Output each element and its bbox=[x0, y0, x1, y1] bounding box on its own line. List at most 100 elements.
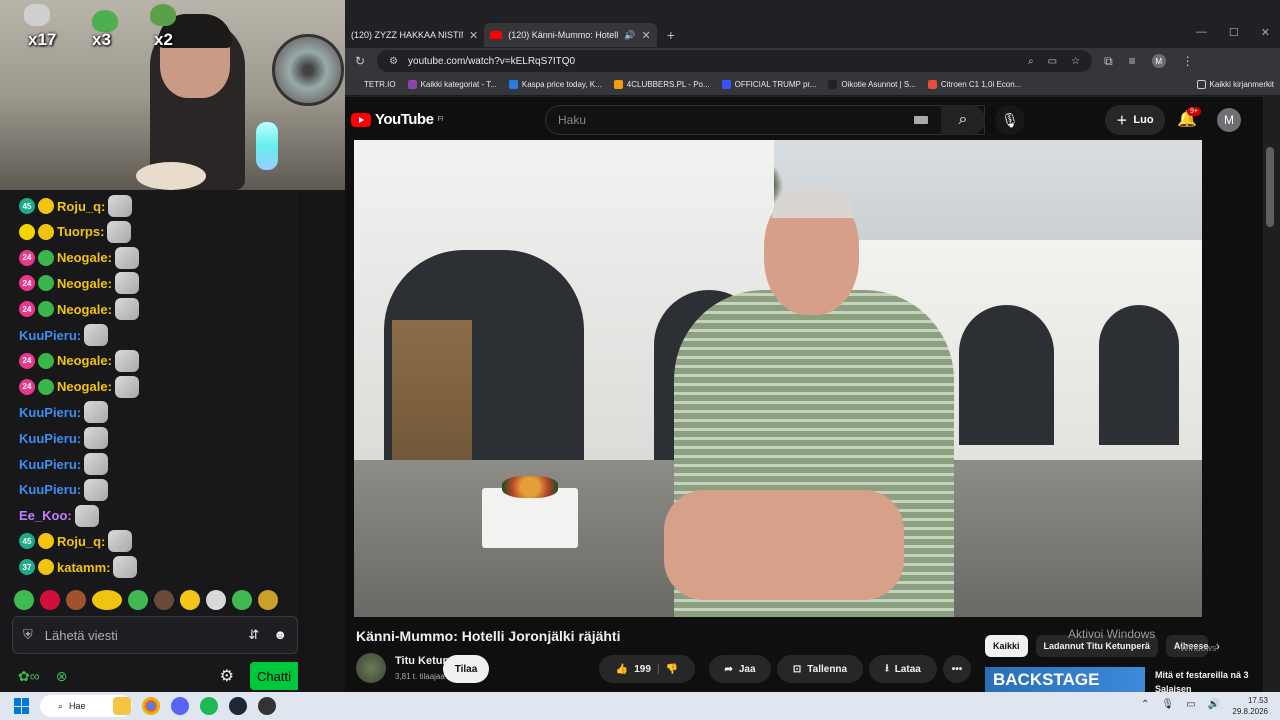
chat-badge-icon[interactable] bbox=[38, 198, 54, 214]
keyboard-icon[interactable] bbox=[914, 116, 928, 124]
tab-2[interactable]: (120) Känni-Mummo: Hotell 🔊 ✕ bbox=[484, 23, 657, 47]
sub-badge-icon[interactable]: 45 bbox=[19, 198, 35, 214]
network-icon[interactable]: ▭ bbox=[1186, 699, 1195, 710]
bookmark-item[interactable]: OFFICIAL TRUMP pr... bbox=[721, 80, 816, 89]
maximize-icon[interactable]: ☐ bbox=[1229, 26, 1239, 39]
points-icon[interactable]: ✿∞ bbox=[18, 668, 40, 685]
bookmarks-folder[interactable]: Kaikki kirjanmerkit bbox=[1196, 80, 1274, 89]
bookmark-item[interactable]: Citroen C1 1,0i Econ... bbox=[927, 80, 1021, 89]
taskbar-clock[interactable]: 17.53 29.8.2026 bbox=[1232, 695, 1268, 717]
tray-chevron-icon[interactable]: ⌃ bbox=[1141, 699, 1149, 710]
extension-icon[interactable]: ⊗ bbox=[56, 668, 68, 685]
video-player[interactable] bbox=[354, 140, 1202, 617]
chat-badge-icon[interactable] bbox=[38, 223, 54, 240]
sub-badge-icon[interactable]: 24 bbox=[19, 301, 35, 318]
chat-username[interactable]: Roju_q: bbox=[57, 534, 105, 549]
chat-username[interactable]: KuuPieru: bbox=[19, 405, 81, 420]
emote-8-icon[interactable] bbox=[206, 590, 226, 610]
chat-username[interactable]: Neogale: bbox=[57, 250, 112, 265]
file-explorer-icon[interactable] bbox=[113, 697, 131, 715]
steam-icon[interactable] bbox=[229, 697, 247, 715]
download-button[interactable]: ⭳ Lataa bbox=[869, 655, 937, 683]
chat-badge-icon[interactable] bbox=[38, 559, 54, 576]
bookmark-item[interactable]: TETR.IO bbox=[351, 80, 396, 89]
save-button[interactable]: ⊡ Tallenna bbox=[777, 655, 863, 683]
youtube-logo[interactable]: YouTube FI bbox=[351, 111, 443, 128]
chat-badge-icon[interactable] bbox=[38, 352, 54, 369]
chat-username[interactable]: Tuorps: bbox=[57, 224, 104, 239]
close-icon[interactable]: ✕ bbox=[641, 29, 650, 42]
cast-icon[interactable]: ▭ bbox=[1048, 56, 1057, 67]
chat-badge-icon[interactable] bbox=[38, 275, 54, 292]
chat-username[interactable]: KuuPieru: bbox=[19, 482, 81, 497]
chat-badge-icon[interactable] bbox=[19, 223, 35, 240]
chat-badge-icon[interactable] bbox=[38, 533, 54, 550]
bookmark-item[interactable]: Kaspa price today, K... bbox=[508, 80, 602, 89]
search-input[interactable]: Haku bbox=[545, 105, 985, 135]
emote-7-icon[interactable] bbox=[180, 590, 200, 610]
chat-username[interactable]: katamm: bbox=[57, 560, 110, 575]
new-tab-plus-icon[interactable]: + bbox=[667, 27, 675, 43]
like-count[interactable]: 199 bbox=[634, 664, 651, 675]
tab-1[interactable]: (120) ZYZZ HAKKAA NISTIN LIV ✕ bbox=[345, 23, 484, 47]
microphone-icon[interactable]: 🎙 bbox=[1161, 699, 1174, 710]
recommendation-title[interactable]: Mitä et festareilla nä 3 Salaisen bbox=[1155, 668, 1255, 692]
extensions-icon[interactable]: ⧉ bbox=[1104, 54, 1113, 69]
profile-avatar[interactable]: M bbox=[1151, 54, 1166, 68]
share-button[interactable]: ➦ Jaa bbox=[709, 655, 771, 683]
bookmark-item[interactable]: 4CLUBBERS.PL - Po... bbox=[613, 80, 710, 89]
recommendation-thumbnail[interactable]: BACKSTAGE bbox=[985, 667, 1145, 692]
audio-icon[interactable]: 🔊 bbox=[624, 30, 635, 41]
like-icon[interactable]: 👍 bbox=[616, 664, 628, 675]
minimize-icon[interactable]: — bbox=[1196, 26, 1207, 39]
chat-username[interactable]: Neogale: bbox=[57, 353, 112, 368]
shield-icon[interactable]: ⛨ bbox=[23, 627, 33, 643]
account-avatar[interactable]: M bbox=[1217, 108, 1241, 132]
bookmark-item[interactable]: Kaikki kategoriat - T... bbox=[407, 80, 497, 89]
chat-badge-icon[interactable] bbox=[38, 378, 54, 395]
emote-2-icon[interactable] bbox=[40, 590, 60, 610]
emote-1-icon[interactable] bbox=[14, 590, 34, 610]
reload-icon[interactable]: ↻ bbox=[355, 54, 365, 68]
chrome-icon[interactable] bbox=[142, 697, 160, 715]
site-info-icon[interactable]: ⚙ bbox=[389, 56, 398, 67]
chat-username[interactable]: Neogale: bbox=[57, 302, 112, 317]
chat-username[interactable]: Neogale: bbox=[57, 379, 112, 394]
channel-avatar[interactable] bbox=[356, 653, 386, 683]
chat-username[interactable]: KuuPieru: bbox=[19, 431, 81, 446]
chat-badge-icon[interactable] bbox=[38, 249, 54, 266]
close-icon[interactable]: ✕ bbox=[469, 29, 478, 42]
bits-icon[interactable]: ⇵ bbox=[248, 627, 259, 643]
sub-badge-icon[interactable]: 24 bbox=[19, 378, 35, 395]
chat-settings-gear-icon[interactable]: ⚙ bbox=[220, 666, 234, 686]
subscribe-button[interactable]: Tilaa bbox=[443, 655, 489, 683]
zoom-icon[interactable]: ⌕ bbox=[1028, 56, 1034, 67]
emote-picker-icon[interactable]: ☻ bbox=[273, 627, 287, 643]
emote-10-icon[interactable] bbox=[258, 590, 278, 610]
emote-3-icon[interactable] bbox=[66, 590, 86, 610]
emote-4-icon[interactable] bbox=[92, 590, 122, 610]
bookmark-star-icon[interactable]: ☆ bbox=[1071, 56, 1080, 67]
spotify-icon[interactable] bbox=[200, 697, 218, 715]
chip-all[interactable]: Kaikki bbox=[985, 635, 1028, 657]
window-close-icon[interactable]: ✕ bbox=[1261, 26, 1270, 39]
sub-badge-icon[interactable]: 37 bbox=[19, 559, 35, 576]
chat-username[interactable]: Ee_Koo: bbox=[19, 508, 72, 523]
scrollbar-thumb[interactable] bbox=[1266, 147, 1274, 227]
create-button[interactable]: ＋ Luo bbox=[1105, 105, 1165, 135]
dislike-icon[interactable]: 👎 bbox=[666, 664, 678, 675]
search-button[interactable]: ⌕ bbox=[941, 105, 985, 135]
emote-6-icon[interactable] bbox=[154, 590, 174, 610]
chat-username[interactable]: KuuPieru: bbox=[19, 328, 81, 343]
emote-bar[interactable] bbox=[14, 590, 278, 610]
chat-send-button[interactable]: Chatti bbox=[250, 662, 298, 690]
voice-search-button[interactable]: 🎙 bbox=[995, 105, 1025, 135]
emote-5-icon[interactable] bbox=[128, 590, 148, 610]
sub-badge-icon[interactable]: 45 bbox=[19, 533, 35, 550]
media-control-icon[interactable]: ≡ bbox=[1129, 54, 1136, 68]
emote-9-icon[interactable] bbox=[232, 590, 252, 610]
menu-kebab-icon[interactable]: ⋮ bbox=[1182, 54, 1194, 68]
chat-input[interactable]: ⛨ Lähetä viesti ⇵ ☻ bbox=[12, 616, 298, 654]
address-bar[interactable]: ⚙ youtube.com/watch?v=kELRqS7ITQ0 ⌕ ▭ ☆ bbox=[377, 50, 1093, 72]
chat-username[interactable]: Neogale: bbox=[57, 276, 112, 291]
